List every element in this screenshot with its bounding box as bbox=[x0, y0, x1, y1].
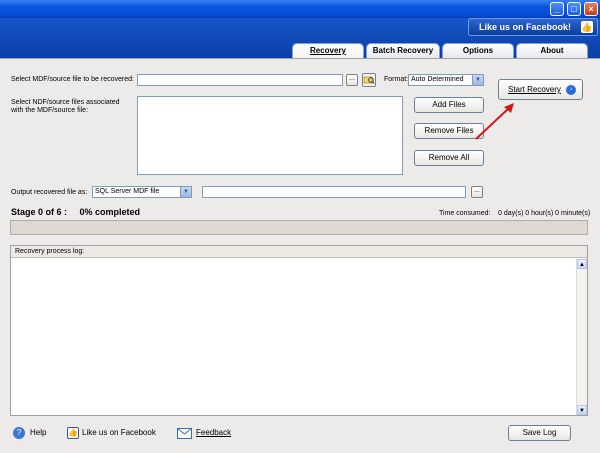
stage-status: Stage 0 of 6 : 0% completed bbox=[11, 207, 140, 217]
chevron-down-icon: ▼ bbox=[472, 75, 483, 85]
percent-label: 0% completed bbox=[79, 207, 141, 217]
output-path-input[interactable] bbox=[202, 186, 466, 198]
time-consumed-label: Time consumed: bbox=[439, 210, 491, 217]
progress-bar bbox=[10, 220, 588, 235]
browse-output-button[interactable]: ... bbox=[471, 186, 483, 198]
remove-all-button[interactable]: Remove All bbox=[414, 150, 484, 166]
title-bar: _ □ × bbox=[0, 0, 600, 18]
scroll-down-icon[interactable]: ▼ bbox=[577, 405, 587, 415]
scroll-up-icon[interactable]: ▲ bbox=[577, 259, 587, 269]
browse-source-button[interactable]: ... bbox=[346, 74, 358, 86]
chevron-down-icon: ▼ bbox=[180, 187, 191, 197]
header: Like us on Facebook! 👍 Recovery Batch Re… bbox=[0, 18, 600, 58]
feedback-link[interactable]: Feedback bbox=[196, 428, 231, 437]
close-button[interactable]: × bbox=[584, 2, 598, 16]
maximize-button[interactable]: □ bbox=[567, 2, 581, 16]
pointer-arrow-icon bbox=[475, 103, 514, 140]
stage-label: Stage 0 of 6 : bbox=[11, 207, 68, 217]
tab-about[interactable]: About bbox=[516, 43, 588, 58]
format-value: Auto Determined bbox=[411, 76, 464, 83]
tab-options[interactable]: Options bbox=[442, 43, 514, 58]
help-link[interactable]: Help bbox=[30, 428, 46, 437]
assoc-files-list[interactable] bbox=[137, 96, 403, 175]
facebook-like-label: Like us on Facebook! bbox=[479, 22, 572, 32]
tab-batch-recovery[interactable]: Batch Recovery bbox=[366, 43, 440, 58]
format-label: Format: bbox=[384, 76, 409, 83]
start-recovery-label: Start Recovery bbox=[508, 85, 561, 94]
save-log-button[interactable]: Save Log bbox=[508, 425, 571, 441]
facebook-like-banner[interactable]: Like us on Facebook! 👍 bbox=[468, 18, 598, 36]
thumbs-up-icon: 👍 bbox=[581, 21, 593, 33]
tab-recovery[interactable]: Recovery bbox=[292, 43, 364, 58]
source-file-input[interactable] bbox=[137, 74, 343, 86]
help-icon[interactable]: ? bbox=[13, 427, 25, 439]
output-type-select[interactable]: SQL Server MDF file ▼ bbox=[92, 186, 192, 198]
envelope-icon[interactable] bbox=[177, 428, 192, 441]
start-recovery-button[interactable]: Start Recovery › bbox=[498, 79, 583, 100]
assoc-files-label-line2: with the MDF/source file: bbox=[11, 107, 89, 114]
time-consumed-value: 0 day(s) 0 hour(s) 0 minute(s) bbox=[498, 210, 591, 217]
folder-search-icon[interactable] bbox=[362, 73, 376, 87]
source-file-label: Select MDF/source file to be recovered: bbox=[11, 76, 134, 83]
recovery-log[interactable]: Recovery process log: ▲ ▼ bbox=[10, 245, 588, 416]
log-title: Recovery process log: bbox=[11, 246, 587, 258]
assoc-files-label-line1: Select NDF/source files associated bbox=[11, 99, 120, 106]
facebook-link[interactable]: Like us on Facebook bbox=[82, 428, 156, 437]
format-select[interactable]: Auto Determined ▼ bbox=[408, 74, 484, 86]
output-type-value: SQL Server MDF file bbox=[95, 188, 160, 195]
log-scrollbar[interactable]: ▲ ▼ bbox=[576, 259, 587, 415]
recovery-panel: Select MDF/source file to be recovered: … bbox=[0, 58, 600, 453]
minimize-button[interactable]: _ bbox=[550, 2, 564, 16]
arrow-right-icon: › bbox=[566, 85, 576, 95]
output-as-label: Output recovered file as: bbox=[11, 189, 88, 196]
thumbs-up-icon[interactable]: 👍 bbox=[67, 427, 79, 439]
